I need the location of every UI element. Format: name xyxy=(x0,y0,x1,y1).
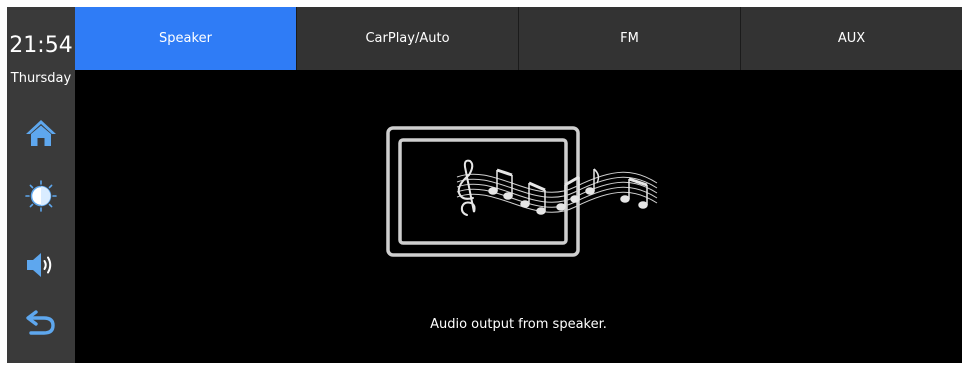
main-panel: Audio output from speaker. xyxy=(75,70,962,363)
tab-fm[interactable]: FM xyxy=(518,7,740,70)
tab-speaker[interactable]: Speaker xyxy=(75,7,296,70)
tab-aux[interactable]: AUX xyxy=(740,7,962,70)
brightness-button[interactable] xyxy=(19,174,63,218)
sidebar: 21:54 Thursday xyxy=(7,7,75,363)
brightness-icon xyxy=(25,180,57,212)
home-button[interactable] xyxy=(19,111,63,155)
head-unit-screen: 21:54 Thursday Speaker CarPlay/Auto FM A… xyxy=(7,7,962,363)
volume-icon xyxy=(27,253,52,277)
speaker-music-illustration xyxy=(386,126,658,257)
volume-button[interactable] xyxy=(19,243,63,287)
audio-source-tabs: Speaker CarPlay/Auto FM AUX xyxy=(75,7,962,70)
clock-day: Thursday xyxy=(10,71,72,86)
home-icon xyxy=(26,120,56,146)
output-status-caption: Audio output from speaker. xyxy=(430,317,607,332)
clock-time: 21:54 xyxy=(9,33,73,58)
tab-carplay-auto[interactable]: CarPlay/Auto xyxy=(296,7,518,70)
back-icon xyxy=(26,310,55,335)
back-button[interactable] xyxy=(19,301,63,345)
